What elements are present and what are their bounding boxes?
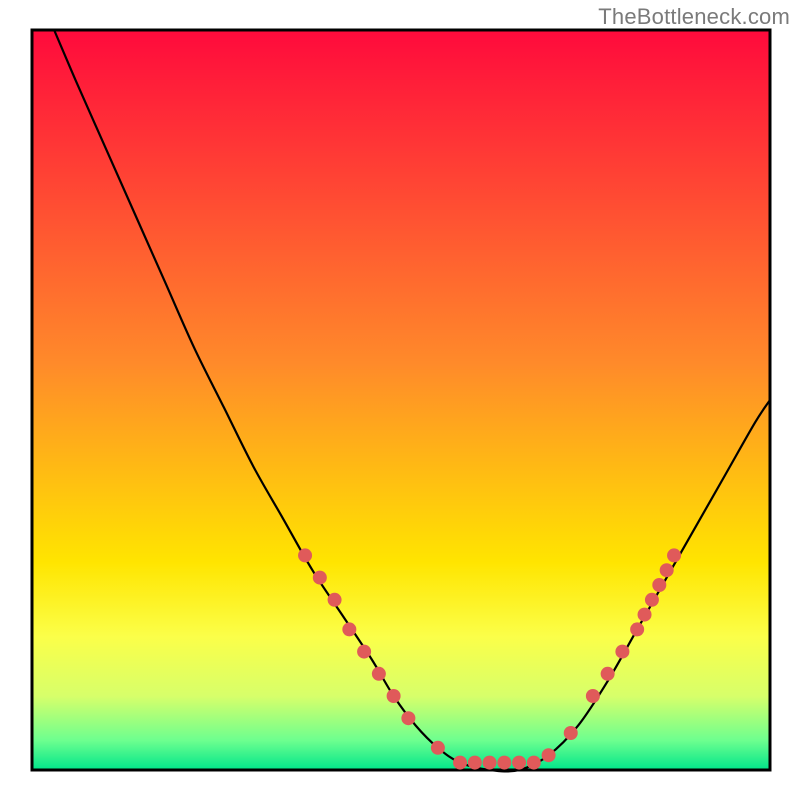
highlight-dot: [387, 689, 401, 703]
highlight-dot: [453, 756, 467, 770]
chart-container: TheBottleneck.com: [0, 0, 800, 800]
highlight-dot: [667, 548, 681, 562]
bottleneck-chart: [0, 0, 800, 800]
plot-background: [32, 30, 770, 770]
highlight-dot: [497, 756, 511, 770]
highlight-dot: [357, 645, 371, 659]
highlight-dot: [512, 756, 526, 770]
highlight-dot: [564, 726, 578, 740]
highlight-dot: [645, 593, 659, 607]
highlight-dot: [298, 548, 312, 562]
highlight-dot: [652, 578, 666, 592]
highlight-dot: [431, 741, 445, 755]
watermark-text: TheBottleneck.com: [598, 4, 790, 30]
highlight-dot: [630, 622, 644, 636]
highlight-dot: [660, 563, 674, 577]
highlight-dot: [483, 756, 497, 770]
highlight-dot: [328, 593, 342, 607]
highlight-dot: [638, 608, 652, 622]
highlight-dot: [342, 622, 356, 636]
highlight-dot: [313, 571, 327, 585]
highlight-dot: [527, 756, 541, 770]
highlight-dot: [601, 667, 615, 681]
highlight-dot: [468, 756, 482, 770]
highlight-dot: [542, 748, 556, 762]
highlight-dot: [372, 667, 386, 681]
highlight-dot: [615, 645, 629, 659]
highlight-dot: [586, 689, 600, 703]
highlight-dot: [401, 711, 415, 725]
